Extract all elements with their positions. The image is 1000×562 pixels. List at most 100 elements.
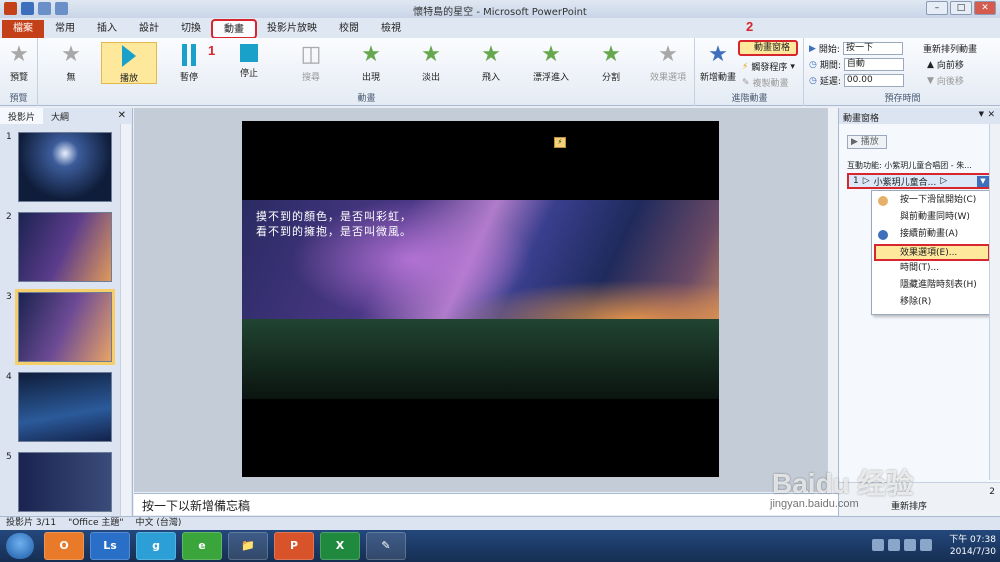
start-row: ▶ 開始: 按一下 bbox=[809, 42, 903, 55]
tab-design[interactable]: 設計 bbox=[128, 20, 170, 38]
animation-pane-header: 動畫窗格 ▼ ✕ bbox=[839, 108, 1000, 124]
tab-home[interactable]: 常用 bbox=[44, 20, 86, 38]
tab-slides[interactable]: 投影片 bbox=[0, 108, 44, 124]
move-later-button[interactable]: ▼ 向後移 bbox=[927, 74, 964, 88]
slides-pane: 投影片 大綱 ✕ 1 2 3 4 5 bbox=[0, 108, 133, 516]
timing-group-label: 預存時間 bbox=[884, 94, 921, 104]
tab-file[interactable]: 檔案 bbox=[2, 20, 44, 38]
editor-scrollbar[interactable] bbox=[827, 108, 838, 492]
play-button[interactable]: ▶ 播放 bbox=[847, 135, 887, 149]
tab-review[interactable]: 校閱 bbox=[328, 20, 370, 38]
effect-none[interactable]: ★ 無 bbox=[43, 42, 99, 84]
menu-after-previous[interactable]: 接續前動畫(A) bbox=[872, 227, 992, 244]
slide-editor: 摸不到的顏色，是否叫彩虹， 看不到的擁抱，是否叫微風。 ⚡ bbox=[134, 108, 838, 492]
tray-icon[interactable] bbox=[872, 539, 884, 551]
slide-text[interactable]: 摸不到的顏色，是否叫彩虹， 看不到的擁抱，是否叫微風。 bbox=[256, 209, 412, 239]
delay-field[interactable]: 00.00 bbox=[843, 74, 904, 87]
tab-slideshow[interactable]: 投影片放映 bbox=[256, 20, 328, 38]
effect-fade[interactable]: ★ 淡出 bbox=[403, 42, 459, 84]
menu-effect-options[interactable]: 效果選項(E)... bbox=[874, 244, 990, 261]
effect-split[interactable]: ★ 分割 bbox=[583, 42, 639, 84]
notes-field[interactable]: 按一下以新增備忘稿 bbox=[134, 493, 838, 515]
slide-thumbnail[interactable] bbox=[18, 452, 112, 512]
appear-star-icon: ★ bbox=[361, 42, 381, 67]
taskbar-powerpoint[interactable]: P bbox=[274, 532, 314, 560]
preview-button[interactable]: ★ 預覽 bbox=[2, 42, 36, 84]
slide-thumbnail[interactable] bbox=[18, 212, 112, 282]
current-slide[interactable]: 摸不到的顏色，是否叫彩虹， 看不到的擁抱，是否叫微風。 ⚡ bbox=[242, 121, 719, 477]
animation-context-menu: 按一下滑鼠開始(C) 與前動畫同時(W) 接續前動畫(A) 效果選項(E)...… bbox=[871, 190, 993, 315]
chevron-down-icon[interactable]: ▼ bbox=[979, 110, 984, 118]
tab-animations[interactable]: 動畫 bbox=[211, 19, 257, 39]
taskbar-lync[interactable]: Ls bbox=[90, 532, 130, 560]
animation-list-item[interactable]: 1 ▷ 小紫玥儿童合... ▷ ▼ bbox=[847, 173, 995, 189]
animation-painter-button[interactable]: ✎ 複製動畫 bbox=[742, 76, 789, 90]
effect-appear[interactable]: ★ 出現 bbox=[343, 42, 399, 84]
tab-view[interactable]: 檢視 bbox=[370, 20, 412, 38]
volume-icon[interactable] bbox=[920, 539, 932, 551]
taskbar-excel[interactable]: X bbox=[320, 532, 360, 560]
menu-remove[interactable]: 移除(R) bbox=[872, 295, 992, 312]
effect-stop[interactable]: 停止 bbox=[221, 42, 277, 84]
move-earlier-button[interactable]: ▲ 向前移 bbox=[927, 58, 964, 72]
add-animation-button[interactable]: ★ 新增動畫 bbox=[698, 42, 738, 84]
play-icon bbox=[122, 45, 136, 67]
start-button[interactable] bbox=[6, 533, 34, 559]
close-button[interactable]: ✕ bbox=[974, 1, 996, 15]
menu-timing[interactable]: 時間(T)... bbox=[872, 261, 992, 278]
close-icon[interactable]: ✕ bbox=[987, 110, 995, 120]
menu-start-on-click[interactable]: 按一下滑鼠開始(C) bbox=[872, 193, 992, 210]
slides-scrollbar[interactable] bbox=[120, 124, 131, 516]
annotation-2: 2 bbox=[746, 19, 754, 34]
timeline-icon: ▷ bbox=[940, 176, 948, 186]
dropdown-arrow-icon[interactable]: ▼ bbox=[977, 175, 989, 187]
slide-number: 2 bbox=[6, 212, 12, 222]
taskbar-explorer[interactable]: 📁 bbox=[228, 532, 268, 560]
tab-outline[interactable]: 大綱 bbox=[43, 108, 77, 124]
taskbar-outlook[interactable]: O bbox=[44, 532, 84, 560]
maximize-button[interactable]: □ bbox=[950, 1, 972, 15]
add-animation-icon: ★ bbox=[708, 42, 728, 67]
taskbar-app[interactable]: g bbox=[136, 532, 176, 560]
clock[interactable]: 下午 07:38 2014/7/30 bbox=[949, 534, 996, 558]
animation-pane: 動畫窗格 ▼ ✕ ▶ 播放 互動功能: 小紫玥儿童合唱团 - 朱... 1 ▷ … bbox=[838, 108, 1000, 516]
menu-hide-advanced-timeline[interactable]: 隱藏進階時刻表(H) bbox=[872, 278, 992, 295]
page-indicator: 2 bbox=[989, 487, 995, 497]
tray-icon[interactable] bbox=[904, 539, 916, 551]
none-star-icon: ★ bbox=[61, 42, 81, 67]
taskbar-ie[interactable]: e bbox=[182, 532, 222, 560]
effect-float-in[interactable]: ★ 漂浮進入 bbox=[523, 42, 579, 84]
animation-pane-button[interactable]: 動畫窗格 bbox=[738, 40, 798, 56]
language-indicator[interactable]: 中文 (台灣) bbox=[136, 517, 182, 530]
trigger-button[interactable]: ⚡ 觸發程序 ▾ bbox=[742, 60, 795, 74]
slide-thumbnail[interactable] bbox=[18, 372, 112, 442]
ribbon-tabs: 檔案 常用 插入 設計 切換 動畫 投影片放映 校閱 檢視 bbox=[0, 18, 1000, 39]
taskbar-paint[interactable]: ✎ bbox=[366, 532, 406, 560]
effect-options-button[interactable]: ★ 效果選項 bbox=[645, 42, 691, 84]
tab-insert[interactable]: 插入 bbox=[86, 20, 128, 38]
theme-name[interactable]: "Office 主題" bbox=[68, 517, 123, 530]
tab-transitions[interactable]: 切換 bbox=[170, 20, 212, 38]
start-select[interactable]: 按一下 bbox=[842, 42, 903, 55]
close-icon[interactable]: ✕ bbox=[118, 110, 126, 121]
effect-seek[interactable]: ◫ 搜尋 bbox=[283, 42, 339, 84]
annotation-1: 1 bbox=[208, 43, 216, 58]
minimize-button[interactable]: – bbox=[926, 1, 948, 15]
pane-scrollbar[interactable] bbox=[989, 124, 1000, 480]
effect-play[interactable]: 播放 bbox=[101, 42, 157, 84]
slide-number: 3 bbox=[6, 292, 12, 302]
effect-fly-in[interactable]: ★ 飛入 bbox=[463, 42, 519, 84]
title-bar: 懷特島的星空 - Microsoft PowerPoint – □ ✕ bbox=[0, 0, 1000, 18]
advanced-group-label: 進階動畫 bbox=[731, 94, 768, 104]
reorder-title: 重新排列動畫 bbox=[923, 45, 978, 55]
duration-field[interactable]: 自動 bbox=[843, 58, 904, 71]
slide-thumbnail[interactable] bbox=[18, 132, 112, 202]
slide-number: 4 bbox=[6, 372, 12, 382]
seek-icon: ◫ bbox=[300, 42, 322, 67]
slide-thumbnail-selected[interactable] bbox=[15, 289, 115, 365]
tray-icon[interactable] bbox=[888, 539, 900, 551]
menu-with-previous[interactable]: 與前動畫同時(W) bbox=[872, 210, 992, 227]
start-icon: ▶ bbox=[809, 43, 816, 54]
slide-number: 1 bbox=[6, 132, 12, 142]
down-arrow-icon: ▼ bbox=[927, 75, 934, 86]
